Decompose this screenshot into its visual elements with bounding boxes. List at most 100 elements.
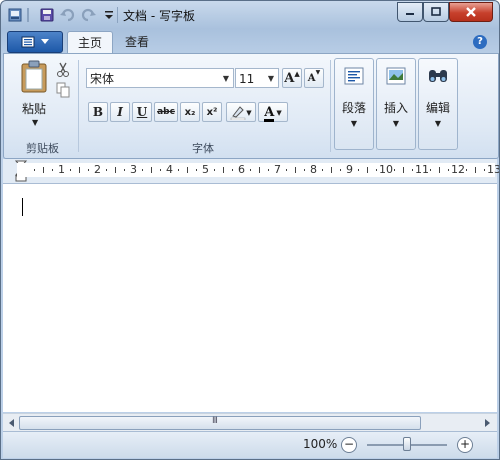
horizontal-scrollbar[interactable]: III <box>3 413 497 431</box>
insert-button[interactable]: 插入 ▼ <box>376 58 416 150</box>
group-divider <box>78 60 79 152</box>
ruler-tick <box>214 169 215 171</box>
save-icon[interactable] <box>39 7 55 23</box>
edit-button[interactable]: 编辑 ▼ <box>418 58 458 150</box>
grow-font-button[interactable]: A ▲ <box>282 68 302 88</box>
text-caret <box>22 198 23 216</box>
insert-picture-icon <box>386 67 406 85</box>
superscript-button[interactable]: x² <box>202 102 222 122</box>
font-size-chevron-down-icon: ▼ <box>267 74 274 83</box>
ruler-number: 5 <box>202 163 209 176</box>
ruler-tick <box>106 169 107 171</box>
ruler-tick <box>88 169 89 171</box>
tab-view[interactable]: 查看 <box>115 31 159 53</box>
quick-access-separator <box>27 8 29 22</box>
group-divider <box>330 60 331 152</box>
minimize-icon <box>406 13 414 15</box>
app-menu-chevron-down-icon <box>41 39 49 44</box>
scroll-right-arrow-icon[interactable] <box>481 417 493 429</box>
customize-quick-access-icon[interactable] <box>101 7 117 23</box>
maximize-icon <box>431 7 441 16</box>
ruler-tick <box>367 167 368 173</box>
ruler-tick <box>52 169 53 171</box>
ruler-tick <box>331 167 332 173</box>
ruler-tick <box>322 169 323 171</box>
ruler-number: 7 <box>274 163 281 176</box>
highlight-color-button[interactable]: ▼ <box>226 102 256 122</box>
clipboard-paste-icon <box>21 60 47 93</box>
grow-font-arrow-icon: ▲ <box>294 69 300 78</box>
ruler-number: 8 <box>310 163 317 176</box>
zoom-in-button[interactable]: + <box>457 437 473 453</box>
shrink-font-label: A <box>307 72 316 84</box>
shrink-font-button[interactable]: A ▼ <box>304 68 324 88</box>
ruler-tick <box>295 167 296 173</box>
wordpad-app-icon[interactable] <box>7 7 23 23</box>
ribbon-panel: 粘贴 ▼ 剪贴板 宋体 ▼ 11 ▼ A ▲ A ▼ B I U abc x₂ … <box>3 53 499 159</box>
close-button[interactable] <box>449 2 493 22</box>
status-bar: 100% − + <box>3 431 497 458</box>
paragraph-button[interactable]: 段落 ▼ <box>334 58 374 150</box>
ruler-tick <box>394 169 395 171</box>
paste-label: 粘贴 <box>22 102 47 116</box>
ruler-tick <box>439 167 440 173</box>
paragraph-label: 段落 <box>341 101 366 115</box>
undo-icon[interactable] <box>59 7 75 23</box>
scrollbar-grip: III <box>212 416 218 426</box>
subscript-button[interactable]: x₂ <box>180 102 200 122</box>
strikethrough-button[interactable]: abc <box>154 102 178 122</box>
ruler-tick <box>160 169 161 171</box>
underline-button[interactable]: U <box>132 102 152 122</box>
ruler-tick <box>79 167 80 173</box>
font-group-label: 字体 <box>192 142 214 155</box>
paste-button[interactable]: 粘贴 ▼ <box>14 60 54 130</box>
ruler-tick <box>34 169 35 171</box>
document-area[interactable] <box>3 184 497 412</box>
edit-chevron-down-icon: ▼ <box>434 119 442 128</box>
font-color-chevron-down-icon: ▼ <box>276 107 282 117</box>
minimize-button[interactable] <box>397 2 423 22</box>
wordpad-window: 文档 - 写字板 主页 查看 ? 粘贴 ▼ 剪贴板 宋体 ▼ 11 ▼ A ▲ … <box>0 0 500 460</box>
ruler-tick <box>466 169 467 171</box>
font-size-value: 11 <box>239 72 255 86</box>
ruler-tick <box>151 167 152 173</box>
font-family-value: 宋体 <box>90 72 115 86</box>
highlighter-icon <box>231 106 246 120</box>
ruler-tick <box>304 169 305 171</box>
application-menu-button[interactable] <box>7 31 63 53</box>
ruler-number: 11 <box>415 163 429 176</box>
ruler-number: 2 <box>94 163 101 176</box>
help-icon[interactable]: ? <box>473 35 487 49</box>
maximize-button[interactable] <box>423 2 449 22</box>
bold-button[interactable]: B <box>88 102 108 122</box>
zoom-out-button[interactable]: − <box>341 437 357 453</box>
italic-button[interactable]: I <box>110 102 130 122</box>
scrollbar-thumb[interactable]: III <box>19 416 421 430</box>
font-size-combo[interactable]: 11 ▼ <box>235 68 279 88</box>
ruler-number: 13 <box>487 163 500 176</box>
scroll-left-arrow-icon[interactable] <box>6 417 18 429</box>
ruler-number: 10 <box>379 163 393 176</box>
font-family-combo[interactable]: 宋体 ▼ <box>86 68 234 88</box>
cut-icon[interactable] <box>56 62 70 81</box>
zoom-level: 100% <box>303 437 338 451</box>
ruler: 1 2 3 4 5 6 7 8 9 10 11 12 13 <box>17 163 499 177</box>
ruler-tick <box>412 169 413 171</box>
redo-icon[interactable] <box>81 7 97 23</box>
ruler-tick <box>286 169 287 171</box>
ruler-number: 1 <box>58 163 65 176</box>
font-family-chevron-down-icon: ▼ <box>222 74 229 83</box>
ruler-number: 6 <box>238 163 245 176</box>
font-color-button[interactable]: A ▼ <box>258 102 288 122</box>
ruler-tick <box>430 169 431 171</box>
ruler-tick <box>187 167 188 173</box>
shrink-font-arrow-icon: ▼ <box>315 69 321 76</box>
copy-icon[interactable] <box>56 82 70 101</box>
tab-home[interactable]: 主页 <box>67 31 114 55</box>
paste-chevron-down-icon: ▼ <box>32 118 39 127</box>
ruler-tick <box>70 169 71 171</box>
ruler-tick <box>376 169 377 171</box>
zoom-slider-thumb[interactable] <box>403 437 411 451</box>
insert-label: 插入 <box>383 101 408 115</box>
ruler-tick <box>448 169 449 171</box>
